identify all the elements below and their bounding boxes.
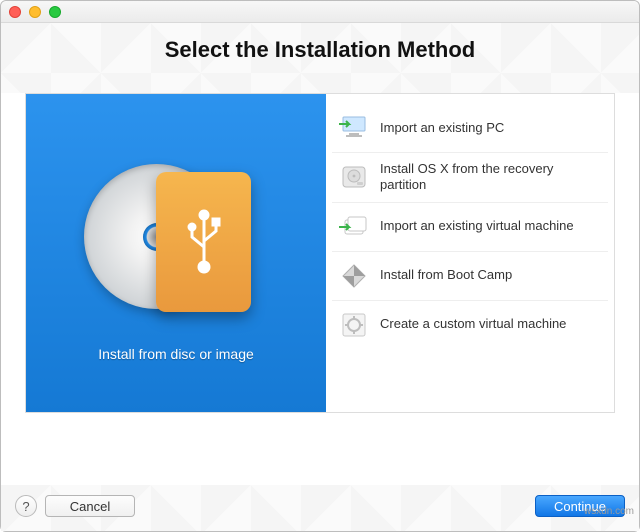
titlebar [1,1,639,23]
window-controls [9,6,61,18]
option-label: Import an existing PC [380,120,504,136]
close-window-button[interactable] [9,6,21,18]
harddrive-icon [338,161,370,193]
installer-window: Select the Installation Method [0,0,640,532]
watermark: wsxdn.com [584,506,634,517]
usb-symbol-icon [184,207,224,277]
content-panel: Install from disc or image Import an exi… [25,93,615,413]
footer-bar: ? Cancel Continue [1,485,639,531]
selected-method-label: Install from disc or image [98,346,254,362]
vm-import-icon [338,211,370,243]
help-button[interactable]: ? [15,495,37,517]
option-import-vm[interactable]: Import an existing virtual machine [332,203,608,252]
minimize-window-button[interactable] [29,6,41,18]
option-import-pc[interactable]: Import an existing PC [332,104,608,153]
custom-vm-icon [338,309,370,341]
usb-drive-icon [156,172,251,312]
spacer [1,413,639,485]
disc-usb-illustration [66,144,286,324]
option-label: Install from Boot Camp [380,267,512,283]
option-label: Import an existing virtual machine [380,218,574,234]
option-install-recovery[interactable]: Install OS X from the recovery partition [332,153,608,203]
option-label: Create a custom virtual machine [380,316,566,332]
cancel-button[interactable]: Cancel [45,495,135,517]
bootcamp-icon [338,260,370,292]
option-custom-vm[interactable]: Create a custom virtual machine [332,301,608,349]
monitor-arrow-icon [338,112,370,144]
option-label: Install OS X from the recovery partition [380,161,602,194]
selected-method-panel[interactable]: Install from disc or image [26,94,326,412]
method-options-list: Import an existing PC Install OS X from … [326,94,614,412]
header: Select the Installation Method [1,23,639,93]
option-boot-camp[interactable]: Install from Boot Camp [332,252,608,301]
zoom-window-button[interactable] [49,6,61,18]
page-title: Select the Installation Method [1,37,639,63]
